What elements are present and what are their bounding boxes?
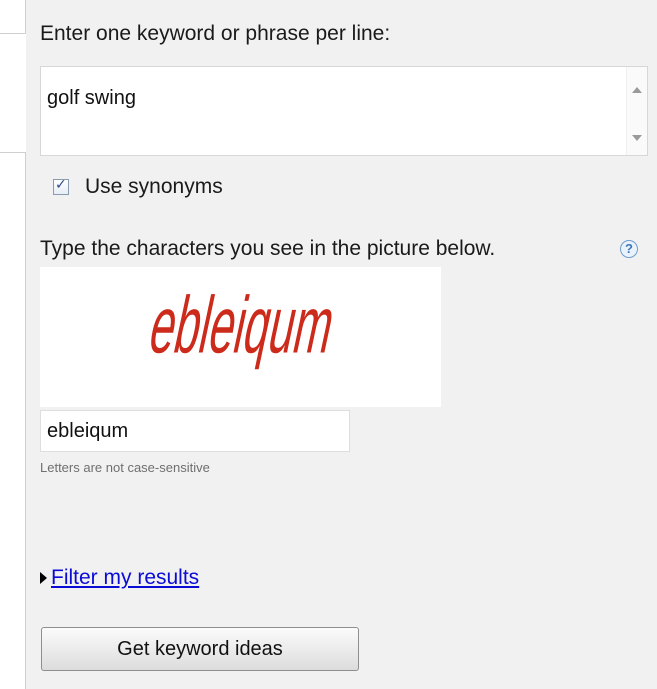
use-synonyms-label: Use synonyms: [85, 175, 223, 198]
use-synonyms-checkbox[interactable]: ✓: [53, 177, 69, 195]
captcha-image-graphic: ebleiqum: [142, 281, 342, 371]
use-synonyms-option[interactable]: ✓ Use synonyms: [53, 174, 223, 200]
left-tab-edge-bottom: [0, 152, 26, 689]
keywords-label: Enter one keyword or phrase per line:: [40, 22, 391, 45]
textarea-scrollbar[interactable]: [626, 67, 647, 155]
left-tab-edge-top: [0, 0, 26, 34]
expand-triangle-icon[interactable]: [40, 572, 47, 584]
keyword-tool-panel: Enter one keyword or phrase per line: go…: [26, 0, 657, 689]
captcha-image: ebleiqum: [40, 267, 441, 407]
help-icon[interactable]: ?: [620, 240, 638, 258]
keywords-textarea-value: golf swing: [47, 87, 136, 109]
keywords-textarea[interactable]: golf swing: [40, 66, 648, 156]
left-tab-strip: [0, 0, 26, 689]
get-keyword-ideas-button[interactable]: Get keyword ideas: [41, 627, 359, 671]
captcha-answer-input[interactable]: [40, 410, 350, 452]
filter-results-toggle[interactable]: Filter my results: [40, 566, 199, 590]
case-sensitivity-hint: Letters are not case-sensitive: [40, 460, 210, 475]
captcha-image-text: ebleiqum: [142, 281, 342, 371]
scroll-up-arrow-icon[interactable]: [632, 87, 642, 93]
scroll-down-arrow-icon[interactable]: [632, 135, 642, 141]
captcha-prompt: Type the characters you see in the pictu…: [40, 237, 496, 260]
checkmark-icon: ✓: [55, 177, 67, 193]
filter-my-results-link[interactable]: Filter my results: [51, 566, 199, 590]
